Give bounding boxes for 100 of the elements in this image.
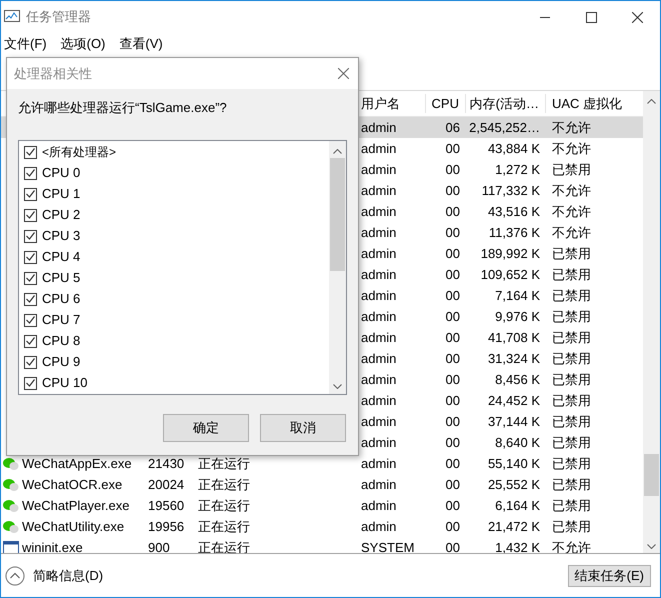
processor-item[interactable]: CPU 0 [19,162,329,184]
table-cell: 不允许 [552,140,591,156]
item-label: <所有处理器> [42,144,116,161]
processor-item[interactable]: CPU 7 [19,310,329,330]
table-cell: 正在运行 [198,518,250,534]
table-cell: 00 [446,246,460,261]
item-label: CPU 4 [42,248,80,266]
scrollbar-thumb[interactable] [644,454,659,496]
processor-item[interactable]: CPU 10 [19,372,329,394]
column-header[interactable]: UAC 虚拟化 [546,94,622,114]
scrollbar-thumb[interactable] [330,158,345,270]
scroll-down-icon[interactable] [647,544,656,549]
processor-item[interactable]: CPU 6 [19,288,329,310]
chevron-up-circle-icon[interactable] [5,566,25,586]
checkbox[interactable] [24,356,37,368]
table-cell: 00 [446,182,460,198]
table-cell: 55,140 K [488,456,540,471]
table-cell: 已禁用 [552,518,591,534]
table-cell: admin [361,434,396,450]
column-header[interactable]: CPU [426,94,466,114]
item-label: CPU 6 [42,290,80,308]
table-cell: 已禁用 [552,330,591,345]
table-cell: 00 [446,498,460,513]
table-cell: admin [361,120,396,135]
scroll-down-icon[interactable] [333,384,342,388]
table-cell: 00 [446,162,460,177]
checkbox[interactable] [24,146,37,158]
scrollbar[interactable] [329,140,346,394]
table-cell-text: WeChatPlayer.exe [22,496,130,515]
table-cell: admin [361,456,396,471]
table-cell: admin [361,350,396,366]
checkbox[interactable] [24,272,37,284]
checkbox[interactable] [24,208,37,222]
scrollbar[interactable] [643,91,660,553]
table-cell: 已禁用 [552,476,591,492]
table-cell: admin [361,246,396,261]
table-cell: 00 [446,350,460,366]
menu-item[interactable]: 文件(F) [4,34,47,54]
table-cell: 43,884 K [488,140,540,156]
item-label: CPU 5 [42,269,80,288]
processor-item[interactable]: CPU 4 [19,246,329,268]
table-cell: 20024 [148,476,184,492]
table-cell: 00 [446,288,460,303]
table-cell: 已禁用 [552,392,591,408]
checkbox[interactable] [24,250,37,264]
item-label: CPU 3 [42,227,80,246]
checkbox[interactable] [24,292,37,306]
item-label: CPU 1 [42,185,80,204]
table-cell: 21,472 K [488,518,540,534]
table-cell: 00 [446,204,460,219]
menu-item[interactable]: 查看(V) [119,34,163,54]
table-cell: 24,452 K [488,392,540,408]
checkbox[interactable] [24,376,37,390]
table-cell: 已禁用 [552,498,591,513]
table-cell: 已禁用 [552,434,591,450]
table-cell-text: wininit.exe [22,538,83,553]
table-cell: 正在运行 [198,456,250,471]
processor-item[interactable]: CPU 1 [19,184,329,204]
dialog-button[interactable]: 确定 [163,414,249,442]
table-cell: 00 [446,330,460,345]
table-cell: 31,324 K [488,350,540,366]
monitor-icon [4,10,20,24]
checkbox[interactable] [24,334,37,348]
column-header[interactable]: 内存(活动… [466,94,546,114]
processor-item[interactable]: CPU 5 [19,268,329,288]
end-task-button[interactable]: 结束任务(E) [568,564,651,586]
dialog-button[interactable]: 取消 [260,414,346,442]
menu-item[interactable]: 选项(O) [60,34,106,54]
checkbox[interactable] [24,188,37,200]
processor-item[interactable]: CPU 9 [19,352,329,372]
scroll-up-icon[interactable] [647,99,656,104]
processor-item[interactable]: CPU 8 [19,330,329,352]
table-cell: 00 [446,392,460,408]
table-cell: 00 [446,518,460,534]
table-cell: 00 [446,540,460,553]
table-cell: 1,272 K [495,162,540,177]
table-cell: 正在运行 [198,498,250,513]
table-cell: 已禁用 [552,266,591,282]
close-icon[interactable] [338,68,349,79]
table-cell: 00 [446,434,460,450]
processor-item[interactable]: CPU 2 [19,204,329,226]
checkbox[interactable] [24,230,37,242]
fewer-details-link[interactable]: 简略信息(D) [33,566,104,586]
processor-item[interactable]: CPU 3 [19,226,329,246]
table-cell: admin [361,140,396,156]
table-cell: 不允许 [552,540,591,553]
checkbox[interactable] [24,166,37,180]
table-cell: 21430 [148,456,184,471]
table-cell: 37,144 K [488,414,540,429]
table-cell: 不允许 [552,224,591,240]
minimize-icon [540,16,550,18]
maximize-icon [586,12,596,22]
item-label: CPU 7 [42,311,80,330]
table-cell: 19560 [148,498,184,513]
table-cell: SYSTEM [361,540,414,553]
table-cell: admin [361,414,396,429]
processor-item[interactable]: <所有处理器> [19,142,329,162]
scroll-up-icon[interactable] [333,148,342,154]
checkbox[interactable] [24,314,37,326]
dialog-prompt: 允许哪些处理器运行“TslGame.exe”? [18,99,228,117]
